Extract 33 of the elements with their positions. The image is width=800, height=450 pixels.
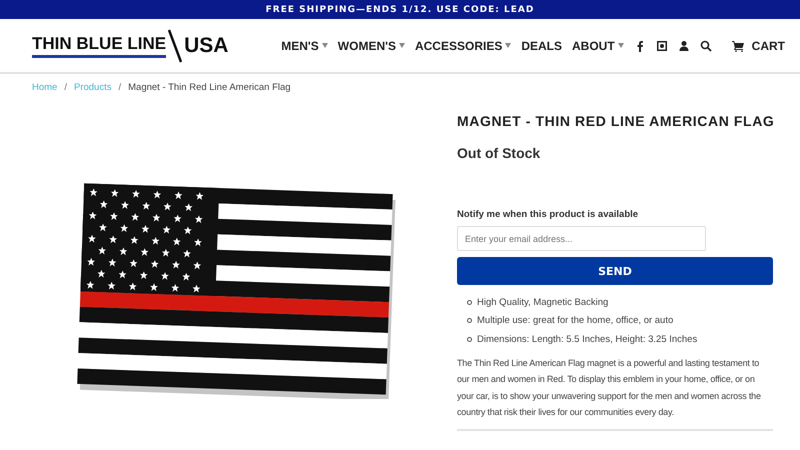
feature-text: Multiple use: great for the home, office, or auto xyxy=(477,315,674,326)
product-title: MAGNET - THIN RED LINE AMERICAN FLAG xyxy=(457,113,773,129)
camera-icon[interactable] xyxy=(656,40,668,52)
cart-icon xyxy=(732,40,744,52)
user-icon[interactable] xyxy=(678,40,690,52)
promo-text: FREE SHIPPING—ENDS 1/12. USE CODE: LEAD xyxy=(266,4,534,14)
caret-icon xyxy=(618,43,624,48)
caret-icon xyxy=(322,43,328,48)
product-description: The Thin Red Line American Flag magnet is a powerful and lasting testament to our men and women in Red. To display this emblem in your home, office, or on your car, is to show your unwavering support for the men and women across the country that risk their lives for our communities every day. xyxy=(457,354,773,430)
breadcrumb-current: Magnet - Thin Red Line American Flag xyxy=(128,82,291,93)
breadcrumb-separator: / xyxy=(64,82,67,93)
logo-text[interactable]: THIN BLUE LINE xyxy=(32,34,166,58)
caret-icon xyxy=(505,43,512,48)
feature-text: High Quality, Magnetic Backing xyxy=(477,296,608,308)
feature-text: Dimensions: Length: 5.5 Inches, Height: 3.25 Inches xyxy=(477,334,698,345)
nav-link[interactable]: DEALS xyxy=(521,38,562,52)
send-button[interactable]: SEND xyxy=(457,257,773,285)
nav-link[interactable]: ABOUT xyxy=(572,38,624,52)
notify-label: Notify me when this product is available xyxy=(457,209,640,220)
caret-icon xyxy=(398,43,405,48)
nav-link[interactable]: ACCESSORIES xyxy=(414,38,512,52)
search-icon[interactable] xyxy=(700,40,712,52)
logo-text[interactable]: USA xyxy=(184,34,228,58)
bullet-icon xyxy=(467,318,472,324)
bullet-icon xyxy=(467,300,472,305)
bullet-icon xyxy=(467,336,472,342)
nav-link[interactable]: WOMEN'S xyxy=(338,38,405,52)
nav-link[interactable]: MEN'S xyxy=(281,38,328,52)
email-field[interactable]: Enter your email address... xyxy=(457,226,706,251)
slash-icon xyxy=(168,28,182,62)
stock-status: Out of Stock xyxy=(457,145,542,161)
cart-link[interactable]: CART xyxy=(732,38,785,52)
breadcrumb-separator: / xyxy=(118,82,122,93)
